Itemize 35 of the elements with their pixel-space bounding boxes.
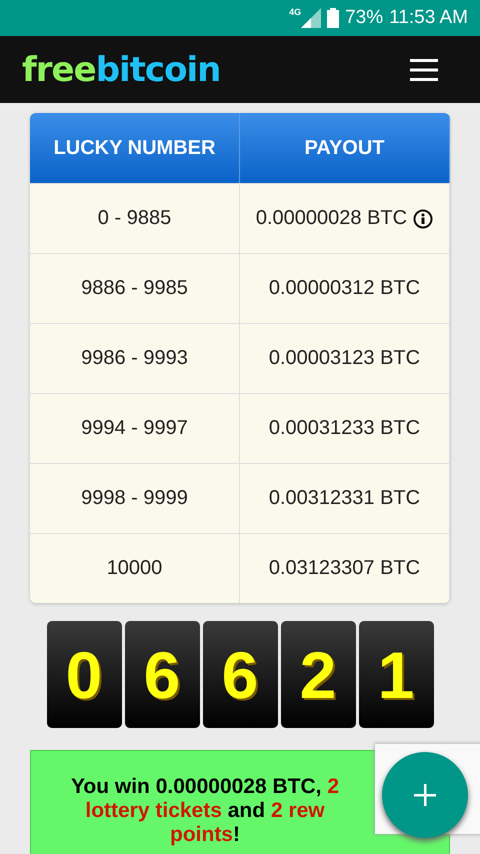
- number-digit: 6: [202, 621, 278, 728]
- signal-icon: [301, 8, 322, 28]
- column-header: PAYOUT: [240, 113, 450, 183]
- table-cell: 0.00000312 BTC: [268, 277, 420, 300]
- logo[interactable]: freebitcoin: [22, 50, 220, 90]
- network-label: 4G: [289, 7, 302, 17]
- table-cell: 9994 - 9997: [30, 394, 240, 463]
- column-header: LUCKY NUMBER: [30, 113, 240, 183]
- menu-icon[interactable]: [410, 58, 438, 80]
- table-cell: 9998 - 9999: [30, 464, 240, 533]
- table-cell: 0.00031233 BTC: [268, 417, 420, 440]
- battery-icon: [327, 8, 340, 28]
- message-text: lottery tickets: [85, 799, 222, 822]
- message-text: and: [226, 799, 266, 822]
- clock: 11:53 AM: [389, 7, 468, 29]
- battery-percentage: 73%: [345, 7, 384, 29]
- table-cell: 10000: [30, 534, 240, 603]
- table-cell: 0 - 9885: [30, 184, 240, 253]
- message-text: 2 rew: [270, 799, 325, 822]
- table-cell: 0.00312331 BTC: [268, 487, 420, 510]
- number-digit: 6: [124, 621, 200, 728]
- table-cell: 0.00003123 BTC: [268, 347, 420, 370]
- table-cell: 0.03123307 BTC: [268, 557, 420, 580]
- message-text: 2: [327, 775, 340, 798]
- table-cell: 0.00000028 BTC: [256, 207, 408, 230]
- number-digit: 2: [280, 621, 356, 728]
- table-cell: 9886 - 9985: [30, 254, 240, 323]
- message-text: points: [170, 823, 233, 846]
- number-digit: 1: [358, 621, 434, 728]
- info-icon[interactable]: [413, 208, 434, 228]
- plus-icon: [413, 783, 437, 807]
- table-cell: 9986 - 9993: [30, 324, 240, 393]
- number-digit: 0: [46, 621, 122, 728]
- message-text: !: [233, 823, 240, 846]
- message-text: You win 0.00000028 BTC,: [70, 775, 322, 798]
